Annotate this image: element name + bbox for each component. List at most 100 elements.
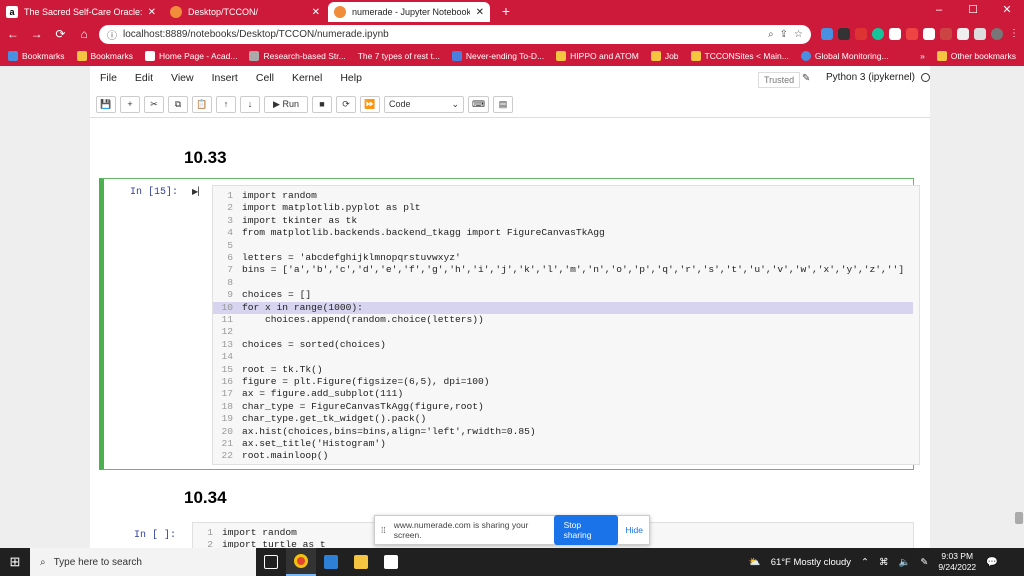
code-line[interactable]: 14 — [213, 351, 913, 363]
browser-tab-1[interactable]: a The Sacred Self-Care Oracle: A S ✕ — [0, 2, 162, 22]
code-line[interactable]: 6 letters = 'abcdefghijklmnopqrstuvwxyz' — [213, 252, 913, 264]
chevron-right-icon[interactable]: » — [920, 51, 925, 61]
browser-tab-3[interactable]: numerade - Jupyter Notebook ✕ — [328, 2, 490, 22]
run-button[interactable]: ▶ Run — [264, 96, 308, 113]
menu-edit[interactable]: Edit — [135, 72, 153, 84]
code-line[interactable]: 21 ax.set_title('Histogram') — [213, 438, 913, 450]
command-palette-icon[interactable]: ▤ — [493, 96, 513, 113]
bookmark-item[interactable]: HIPPO and ATOM — [556, 51, 639, 61]
close-tab-icon[interactable]: ✕ — [476, 7, 484, 18]
add-cell-icon[interactable]: + — [120, 96, 140, 113]
reload-icon[interactable]: ⟳ — [52, 27, 70, 41]
menu-cell[interactable]: Cell — [256, 72, 274, 84]
cut-icon[interactable]: ✂ — [144, 96, 164, 113]
share-icon[interactable]: ⇪ — [780, 29, 788, 40]
code-line[interactable]: 15 root = tk.Tk() — [213, 364, 913, 376]
extension-icon[interactable] — [838, 28, 850, 40]
code-line[interactable]: 19 char_type.get_tk_widget().pack() — [213, 413, 913, 425]
menu-help[interactable]: Help — [340, 72, 362, 84]
bookmark-item[interactable]: The 7 types of rest t... — [358, 51, 440, 61]
extensions-puzzle-icon[interactable] — [957, 28, 969, 40]
code-line[interactable]: 4 from matplotlib.backends.backend_tkagg … — [213, 227, 913, 239]
task-view-icon[interactable] — [256, 548, 286, 576]
url-field[interactable]: ⓘ localhost:8889/notebooks/Desktop/TCCON… — [99, 24, 811, 44]
drag-handle-icon[interactable]: ⁞⁞ — [381, 525, 386, 535]
menu-view[interactable]: View — [171, 72, 194, 84]
code-line[interactable]: 11 choices.append(random.choice(letters)… — [213, 314, 913, 326]
maximize-button[interactable]: ☐ — [956, 0, 990, 22]
code-line[interactable]: 5 — [213, 240, 913, 252]
extension-icon[interactable] — [821, 28, 833, 40]
code-line[interactable]: 12 — [213, 326, 913, 338]
extension-icon[interactable] — [940, 28, 952, 40]
zoom-icon[interactable]: ⌕ — [768, 29, 774, 40]
kernel-indicator[interactable]: Python 3 (ipykernel) — [826, 72, 930, 83]
page-scrollbar[interactable] — [1014, 118, 1024, 548]
code-line[interactable]: 22 root.mainloop() — [213, 450, 913, 462]
menu-insert[interactable]: Insert — [212, 72, 238, 84]
new-tab-button[interactable]: + — [496, 1, 516, 21]
code-line[interactable]: 7 bins = ['a','b','c','d','e','f','g','h'… — [213, 264, 913, 276]
menu-kernel[interactable]: Kernel — [292, 72, 322, 84]
extension-icon[interactable] — [906, 28, 918, 40]
move-down-icon[interactable]: ↓ — [240, 96, 260, 113]
code-line[interactable]: 1 import random — [213, 190, 913, 202]
extension-icon[interactable] — [923, 28, 935, 40]
code-cell-selected[interactable]: In [15]: ▶▏ 1 import random 2 import matplo… — [99, 178, 920, 470]
browser-tab-2[interactable]: Desktop/TCCON/ ✕ — [164, 2, 326, 22]
move-up-icon[interactable]: ↑ — [216, 96, 236, 113]
code-line[interactable]: 10 for x in range(1000): — [213, 301, 913, 314]
close-tab-icon[interactable]: ✕ — [148, 7, 156, 18]
code-line[interactable]: 20 ax.hist(choices,bins=bins,align='left'… — [213, 426, 913, 438]
notifications-icon[interactable]: 💬 — [986, 557, 998, 568]
code-line[interactable]: 18 char_type = FigureCanvasTkAgg(figure,r… — [213, 401, 913, 413]
code-line[interactable]: 8 — [213, 277, 913, 289]
pencil-icon[interactable]: ✎ — [802, 73, 810, 84]
tab-search-icon[interactable] — [974, 28, 986, 40]
profile-avatar-icon[interactable] — [991, 28, 1003, 40]
info-icon[interactable]: ⓘ — [107, 27, 117, 42]
paste-icon[interactable]: 📋 — [192, 96, 212, 113]
stop-sharing-button[interactable]: Stop sharing — [553, 515, 618, 545]
notepad-icon[interactable] — [376, 548, 406, 576]
taskbar-search[interactable]: ⌕ Type here to search — [30, 548, 256, 576]
home-icon[interactable]: ⌂ — [75, 27, 93, 41]
bookmark-item[interactable]: Global Monitoring... — [800, 51, 889, 61]
code-line[interactable]: 16 figure = plt.Figure(figsize=(6,5), dpi… — [213, 376, 913, 388]
code-line[interactable]: 13 choices = sorted(choices) — [213, 339, 913, 351]
menu-file[interactable]: File — [100, 72, 117, 84]
code-line[interactable]: 17 ax = figure.add_subplot(111) — [213, 388, 913, 400]
chevron-up-icon[interactable]: ⌃ — [861, 557, 869, 568]
save-icon[interactable]: 💾 — [96, 96, 116, 113]
close-window-button[interactable]: ✕ — [990, 0, 1024, 22]
extension-icon[interactable] — [855, 28, 867, 40]
chrome-taskbar-icon[interactable] — [286, 548, 316, 576]
speaker-icon[interactable]: 🔈 — [899, 557, 911, 568]
extension-icon[interactable] — [889, 28, 901, 40]
bookmark-item[interactable]: Bookmarks — [76, 51, 133, 61]
hide-button[interactable]: Hide — [626, 525, 643, 535]
copy-icon[interactable]: ⧉ — [168, 96, 188, 113]
weather-icon[interactable]: ⛅ — [749, 557, 761, 568]
interrupt-icon[interactable]: ■ — [312, 96, 332, 113]
code-line[interactable]: 3 import tkinter as tk — [213, 215, 913, 227]
keyboard-icon[interactable]: ⌨ — [468, 96, 489, 113]
scrollbar-thumb[interactable] — [1015, 512, 1023, 524]
close-tab-icon[interactable]: ✕ — [312, 7, 320, 18]
pen-icon[interactable]: ✎ — [920, 557, 928, 568]
network-icon[interactable]: ⌘ — [879, 557, 889, 568]
restart-run-all-icon[interactable]: ⏩ — [360, 96, 380, 113]
run-cell-icon[interactable]: ▶▏ — [192, 187, 204, 196]
bookmark-item[interactable]: TCCONSites < Main... — [690, 51, 789, 61]
more-menu-icon[interactable]: ⋮ — [1008, 28, 1020, 40]
bookmark-star-icon[interactable]: ☆ — [794, 29, 803, 40]
minimize-button[interactable]: – — [922, 0, 956, 22]
restart-icon[interactable]: ⟳ — [336, 96, 356, 113]
windows-start-icon[interactable]: ⊞ — [0, 554, 30, 570]
bookmark-item[interactable]: Job — [650, 51, 679, 61]
bookmark-item[interactable]: Home Page - Acad... — [145, 51, 237, 61]
bookmark-item[interactable]: Bookmarks — [8, 51, 65, 61]
bookmark-item[interactable]: Never-ending To-D... — [451, 51, 544, 61]
grammarly-icon[interactable] — [872, 28, 884, 40]
code-line[interactable]: 9 choices = [] — [213, 289, 913, 301]
